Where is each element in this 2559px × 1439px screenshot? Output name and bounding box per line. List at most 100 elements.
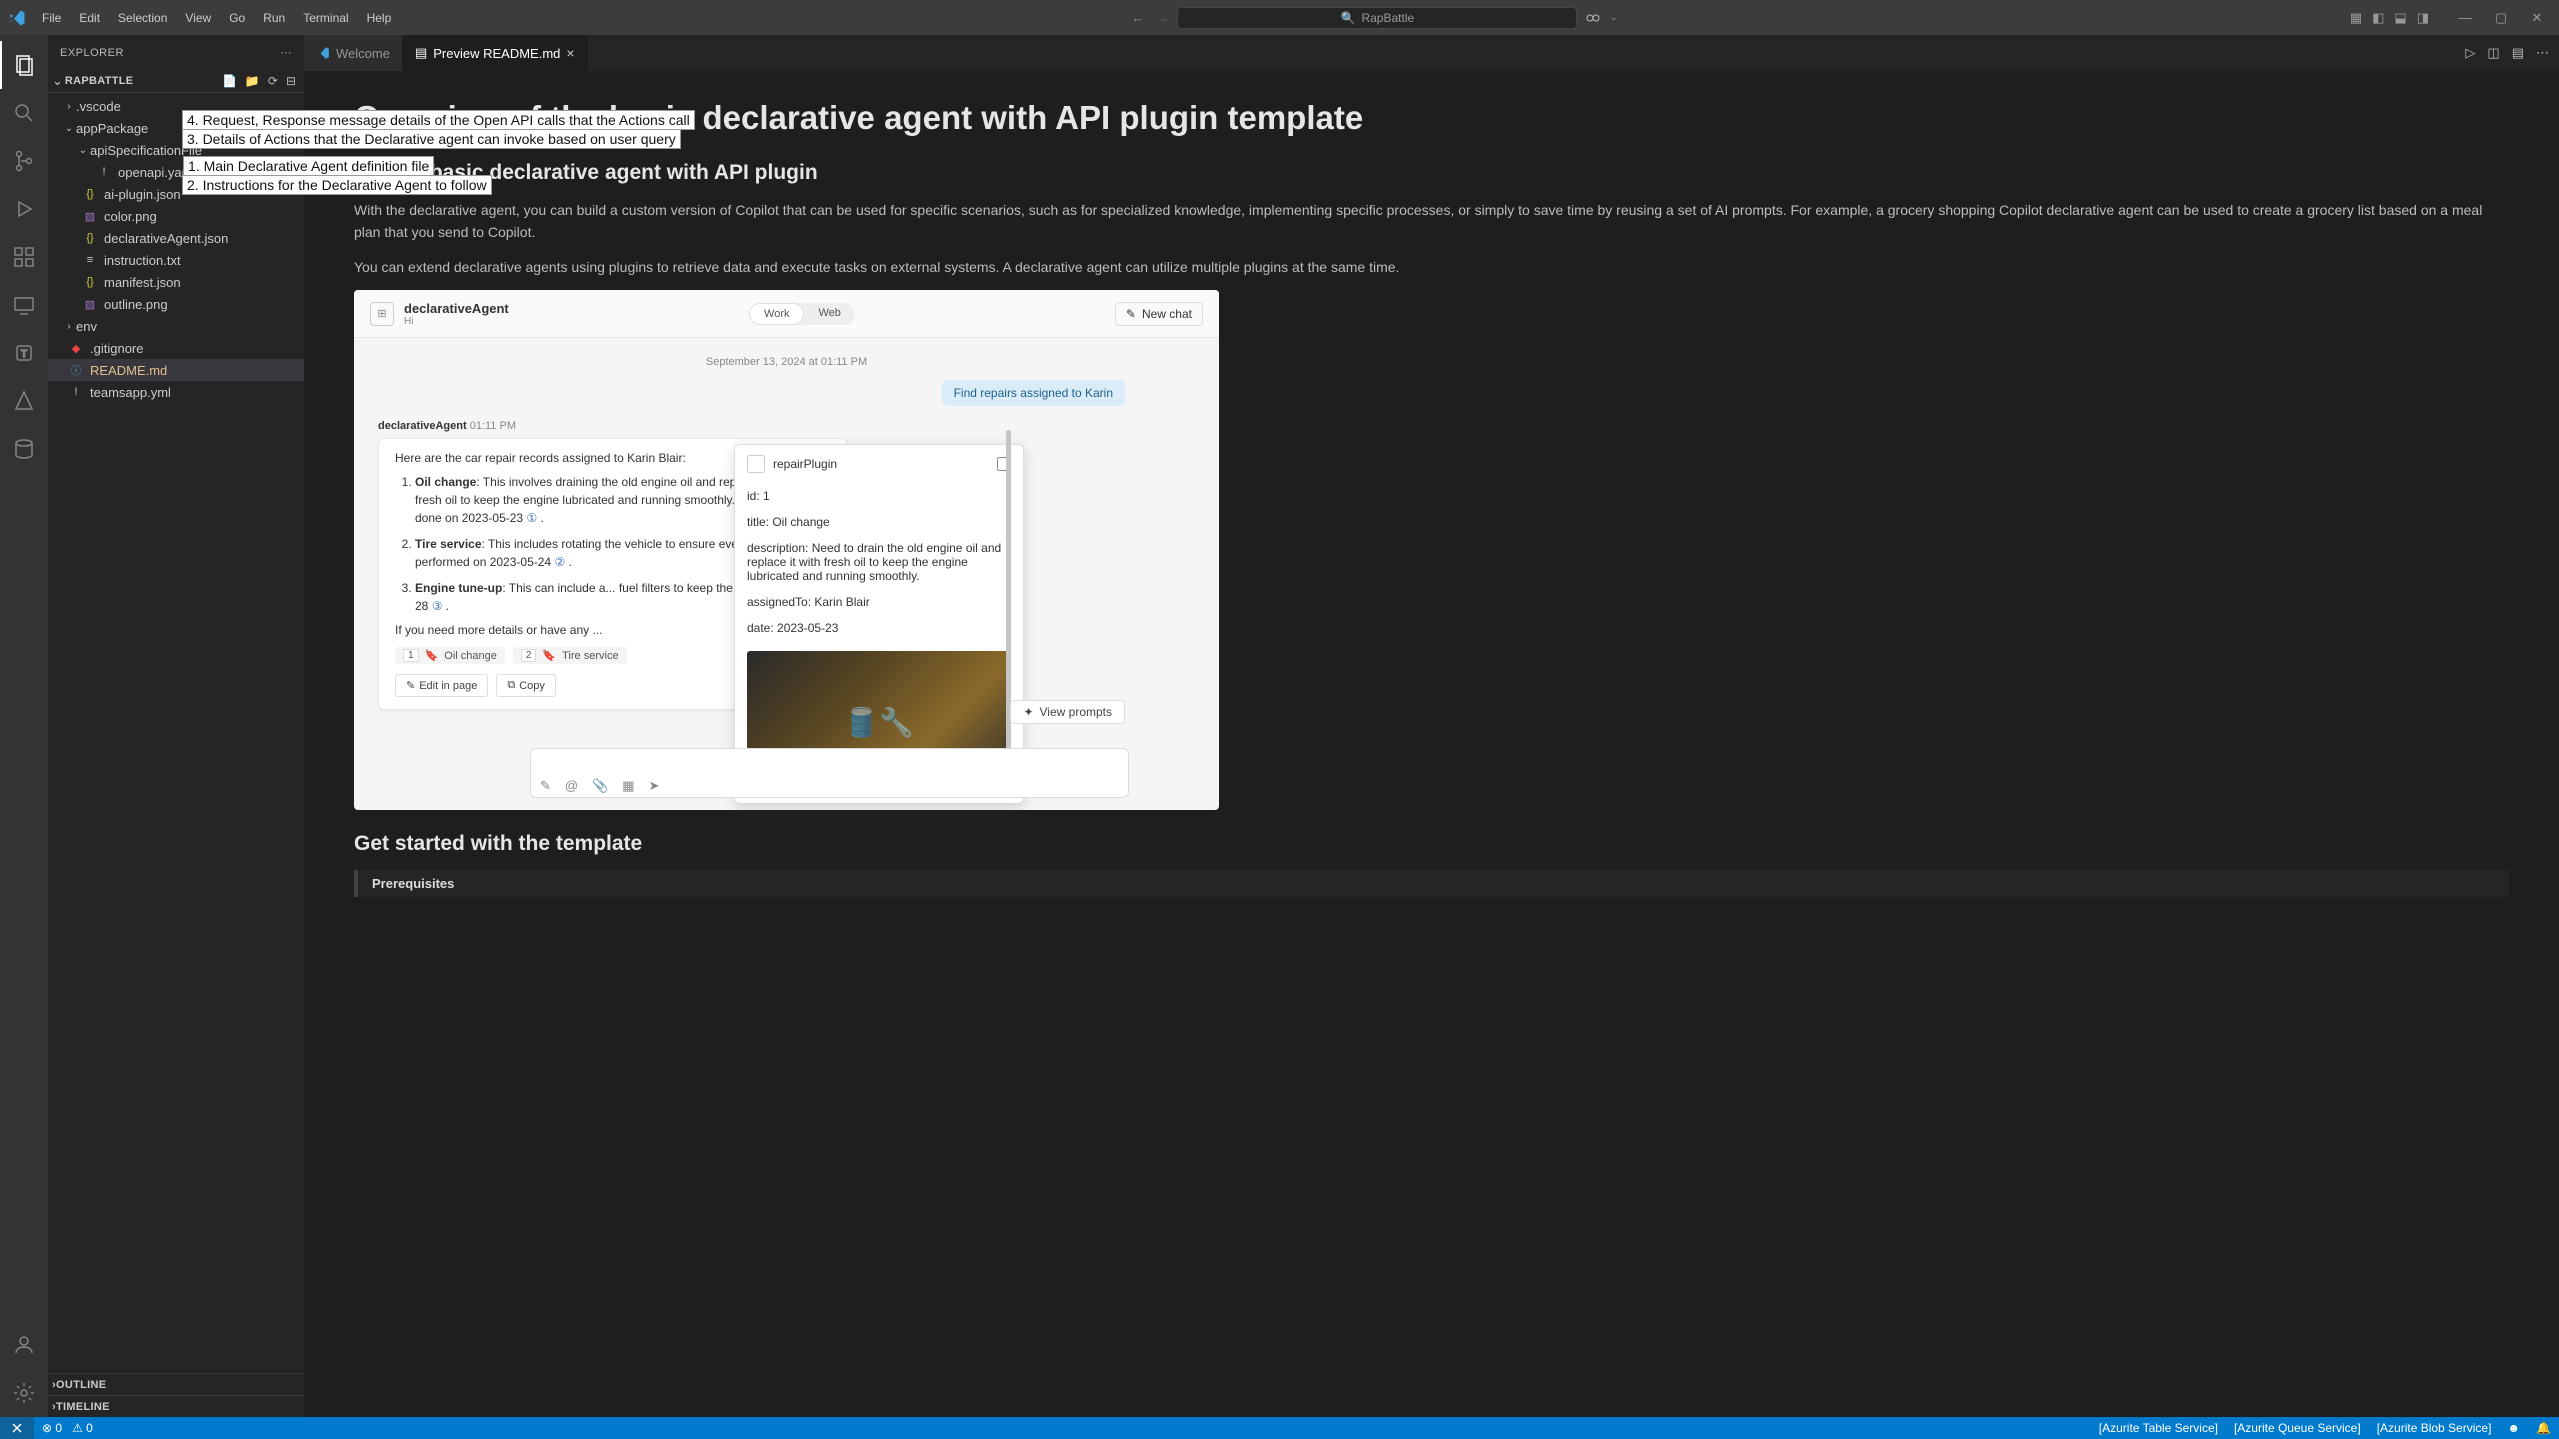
chevron-down-icon[interactable]: ⌄ [1609,12,1617,23]
send-icon[interactable]: ➤ [649,778,660,794]
tab-preview-readme[interactable]: ▤ Preview README.md × [403,35,588,71]
markdown-preview[interactable]: Overview of the basic declarative agent … [304,71,2559,1417]
toggle-panel-icon[interactable]: ⬓ [2394,10,2406,26]
azurite-blob-status[interactable]: [Azurite Blob Service] [2377,1421,2492,1435]
agent-stamp: declarativeAgent 01:11 PM [378,420,1195,432]
yaml-file-icon: ! [68,386,84,398]
run-preview-icon[interactable]: ▷ [2465,45,2475,61]
file-manifest[interactable]: {}manifest.json [48,271,304,293]
settings-activity-icon[interactable] [0,1369,48,1417]
reference-chip[interactable]: 1🔖Oil change [395,647,505,664]
run-debug-activity-icon[interactable] [0,185,48,233]
window-close-button[interactable]: ✕ [2523,8,2551,28]
work-pill[interactable]: Work [749,303,804,325]
plugin-icon [747,455,765,473]
annotation-2: 2. Instructions for the Declarative Agen… [182,175,492,195]
outline-section[interactable]: ›OUTLINE [48,1373,304,1395]
collapse-all-icon[interactable]: ⊟ [286,74,296,88]
menu-selection[interactable]: Selection [110,7,175,29]
attach-icon[interactable]: 📎 [592,778,608,794]
doc-blockquote: Prerequisites [354,870,2509,897]
doc-p1: With the declarative agent, you can buil… [354,199,2509,244]
pop-desc: description: Need to drain the old engin… [747,541,1011,583]
blockquote-title: Prerequisites [372,876,2495,891]
edit-icon: ✎ [1126,307,1136,321]
nav-forward-icon[interactable]: → [1156,10,1169,25]
agent-sub: Hi [404,316,509,327]
pop-title: title: Oil change [747,515,1011,529]
explorer-more-icon[interactable]: ⋯ [281,46,293,59]
scope-pill-group: Work Web [749,303,855,325]
toggle-secondary-sidebar-icon[interactable]: ◨ [2417,10,2429,26]
window-maximize-button[interactable]: ▢ [2487,8,2515,28]
remote-explorer-activity-icon[interactable] [0,281,48,329]
explorer-activity-icon[interactable] [0,41,48,89]
toggle-primary-sidebar-icon[interactable]: ◧ [2372,10,2384,26]
status-bar: ⊗ 0 ⚠ 0 [Azurite Table Service] [Azurite… [0,1417,2559,1439]
notifications-icon[interactable]: 🔔 [2536,1421,2551,1435]
file-instruction[interactable]: ≡instruction.txt [48,249,304,271]
reference-chip[interactable]: 2🔖Tire service [513,647,627,664]
source-control-activity-icon[interactable] [0,137,48,185]
preview-tab-icon: ▤ [415,45,427,61]
copilot-icon[interactable] [1585,10,1601,26]
new-file-icon[interactable]: 📄 [222,74,237,88]
extensions-activity-icon[interactable] [0,233,48,281]
warning-count[interactable]: ⚠ 0 [72,1421,93,1435]
copy-button[interactable]: ⧉Copy [496,674,556,697]
teams-toolkit-activity-icon[interactable]: T [0,329,48,377]
feedback-icon[interactable]: ☻ [2507,1421,2520,1435]
wand-icon[interactable]: ✎ [540,778,551,794]
file-gitignore[interactable]: ◆.gitignore [48,337,304,359]
file-color[interactable]: ▨color.png [48,205,304,227]
timeline-section[interactable]: ›TIMELINE [48,1395,304,1417]
database-activity-icon[interactable] [0,425,48,473]
menu-file[interactable]: File [34,7,69,29]
info-file-icon: ⓘ [68,362,84,378]
error-count[interactable]: ⊗ 0 [42,1421,62,1435]
remote-indicator[interactable] [0,1417,34,1439]
edit-in-page-button[interactable]: ✎Edit in page [395,674,488,697]
menu-view[interactable]: View [177,7,219,29]
file-declarativeagent[interactable]: {}declarativeAgent.json [48,227,304,249]
file-teamsapp[interactable]: !teamsapp.yml [48,381,304,403]
vscode-tab-icon [316,46,330,60]
annotation-3: 3. Details of Actions that the Declarati… [182,129,681,149]
menu-help[interactable]: Help [359,7,400,29]
nav-back-icon[interactable]: ← [1131,10,1144,25]
mention-icon[interactable]: @ [565,778,578,794]
json-file-icon: {} [82,232,98,244]
accounts-activity-icon[interactable] [0,1321,48,1369]
tab-welcome[interactable]: Welcome [304,35,403,71]
layout-grid-icon[interactable]: ▦ [2350,10,2362,26]
file-readme[interactable]: ⓘREADME.md [48,359,304,381]
new-chat-button[interactable]: ✎New chat [1115,302,1203,326]
split-editor-icon[interactable]: ◫ [2487,45,2499,61]
svg-text:T: T [21,349,27,360]
web-pill[interactable]: Web [804,303,854,325]
command-center-search[interactable]: 🔍 RapBattle [1177,7,1577,29]
azure-activity-icon[interactable] [0,377,48,425]
menu-run[interactable]: Run [255,7,293,29]
menu-terminal[interactable]: Terminal [295,7,356,29]
grid-icon[interactable]: ▦ [622,778,634,794]
json-file-icon: {} [82,276,98,288]
file-outline[interactable]: ▨outline.png [48,293,304,315]
refresh-icon[interactable]: ⟳ [268,74,278,88]
azurite-queue-status[interactable]: [Azurite Queue Service] [2234,1421,2361,1435]
search-activity-icon[interactable] [0,89,48,137]
azurite-table-status[interactable]: [Azurite Table Service] [2099,1421,2218,1435]
menu-edit[interactable]: Edit [71,7,108,29]
new-folder-icon[interactable]: 📁 [245,74,260,88]
pop-assigned: assignedTo: Karin Blair [747,595,1011,609]
copy-icon: ⧉ [507,679,515,692]
window-minimize-button[interactable]: — [2451,8,2479,28]
editor-more-icon[interactable]: ⋯ [2536,45,2549,61]
text-file-icon: ≡ [82,254,98,266]
open-changes-icon[interactable]: ▤ [2512,45,2524,61]
folder-env[interactable]: ›env [48,315,304,337]
menu-go[interactable]: Go [221,7,253,29]
close-tab-icon[interactable]: × [566,45,574,61]
view-prompts-button[interactable]: ✦View prompts [1010,700,1125,724]
project-header[interactable]: ⌄RAPBATTLE 📄 📁 ⟳ ⊟ [48,70,304,92]
